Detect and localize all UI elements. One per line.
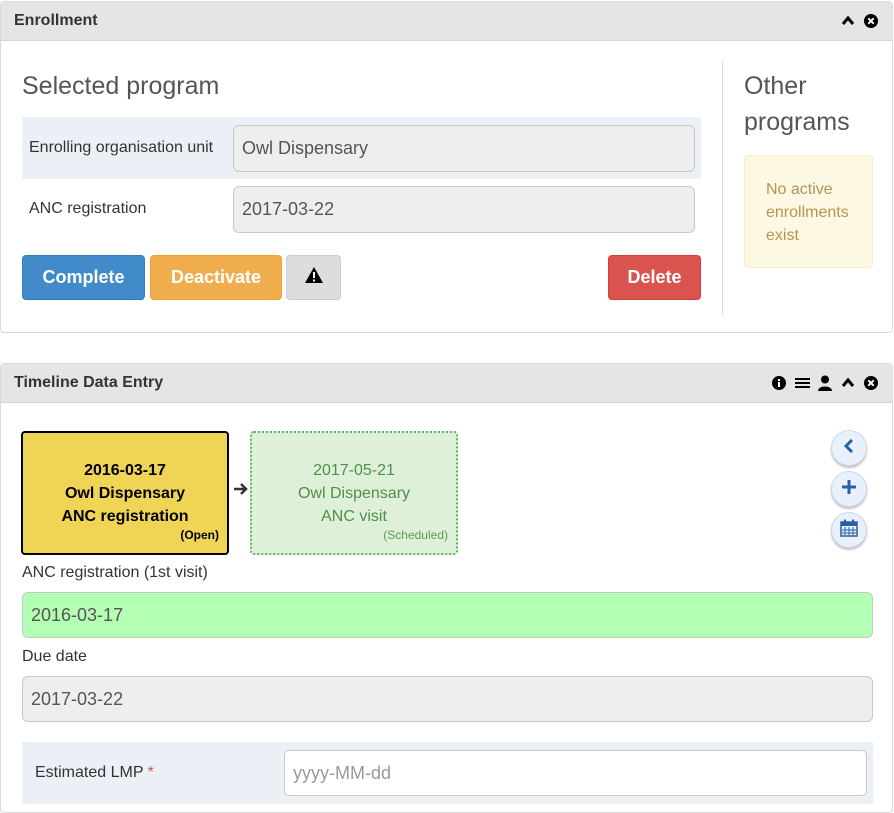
- other-programs-title: Other programs: [744, 72, 850, 136]
- enrollment-header: Enrollment: [1, 2, 892, 41]
- event-org-unit: Owl Dispensary: [64, 484, 186, 502]
- event-card-anc-visit[interactable]: 2017-05-21 Owl Dispensary ANC visit (Sch…: [250, 431, 458, 555]
- event-stage: ANC visit: [321, 507, 387, 525]
- timeline-panel: Timeline Data Entry 2016-03-17 Owl Dispe…: [0, 363, 893, 813]
- org-unit-label: Enrolling organisation unit: [29, 139, 214, 156]
- estimated-lmp-label-text: Estimated LMP: [35, 764, 144, 781]
- timeline-header: Timeline Data Entry: [1, 364, 892, 403]
- arrow-right-icon: [233, 482, 249, 501]
- due-date-label: Due date: [22, 648, 87, 665]
- chevron-left-icon: [843, 438, 855, 458]
- registration-date-label: ANC registration (1st visit): [22, 564, 208, 581]
- schedule-button[interactable]: [831, 512, 867, 548]
- user-icon[interactable]: [817, 375, 833, 391]
- anc-registration-row: ANC registration 2017-03-22: [22, 178, 701, 240]
- org-unit-field[interactable]: Owl Dispensary: [233, 124, 695, 172]
- chevron-up-icon[interactable]: [840, 13, 856, 29]
- list-icon[interactable]: [794, 375, 810, 391]
- event-stage: ANC registration: [61, 507, 189, 525]
- previous-button[interactable]: [831, 430, 867, 466]
- anc-registration-label: ANC registration: [29, 200, 147, 217]
- enrollment-panel: Enrollment Selected program Enrolling or…: [0, 1, 893, 333]
- timeline-title: Timeline Data Entry: [14, 374, 164, 391]
- event-date: 2017-05-21: [313, 461, 395, 479]
- anc-registration-date-field[interactable]: 2017-03-22: [233, 185, 695, 233]
- close-circle-icon[interactable]: [863, 13, 879, 29]
- org-unit-row: Enrolling organisation unit Owl Dispensa…: [22, 117, 701, 179]
- complete-button[interactable]: Complete: [22, 255, 145, 300]
- deactivate-button[interactable]: Deactivate: [150, 255, 282, 300]
- no-enrollments-alert: No active enrollments exist: [744, 155, 873, 268]
- plus-icon: [842, 479, 856, 499]
- selected-program-title: Selected program: [22, 72, 220, 100]
- enrollment-title: Enrollment: [14, 12, 98, 29]
- event-date: 2016-03-17: [84, 461, 166, 479]
- event-status: (Open): [180, 528, 219, 542]
- required-marker: *: [147, 764, 154, 781]
- calendar-icon: [840, 519, 858, 542]
- chevron-up-icon[interactable]: [840, 375, 856, 391]
- mark-warning-button[interactable]: [286, 255, 341, 300]
- divider: [722, 62, 723, 315]
- event-card-anc-registration[interactable]: 2016-03-17 Owl Dispensary ANC registrati…: [21, 431, 229, 555]
- registration-date-field[interactable]: 2016-03-17: [22, 592, 873, 638]
- due-date-field[interactable]: 2017-03-22: [22, 676, 873, 722]
- event-status: (Scheduled): [383, 528, 448, 542]
- close-circle-icon[interactable]: [863, 375, 879, 391]
- delete-button[interactable]: Delete: [608, 255, 701, 300]
- event-org-unit: Owl Dispensary: [297, 484, 411, 502]
- estimated-lmp-input[interactable]: yyyy-MM-dd: [284, 750, 867, 796]
- estimated-lmp-label: Estimated LMP *: [35, 764, 154, 782]
- estimated-lmp-row: Estimated LMP * yyyy-MM-dd: [22, 742, 873, 804]
- info-icon[interactable]: [771, 375, 787, 391]
- warning-icon: [304, 266, 324, 289]
- add-event-button[interactable]: [831, 471, 867, 507]
